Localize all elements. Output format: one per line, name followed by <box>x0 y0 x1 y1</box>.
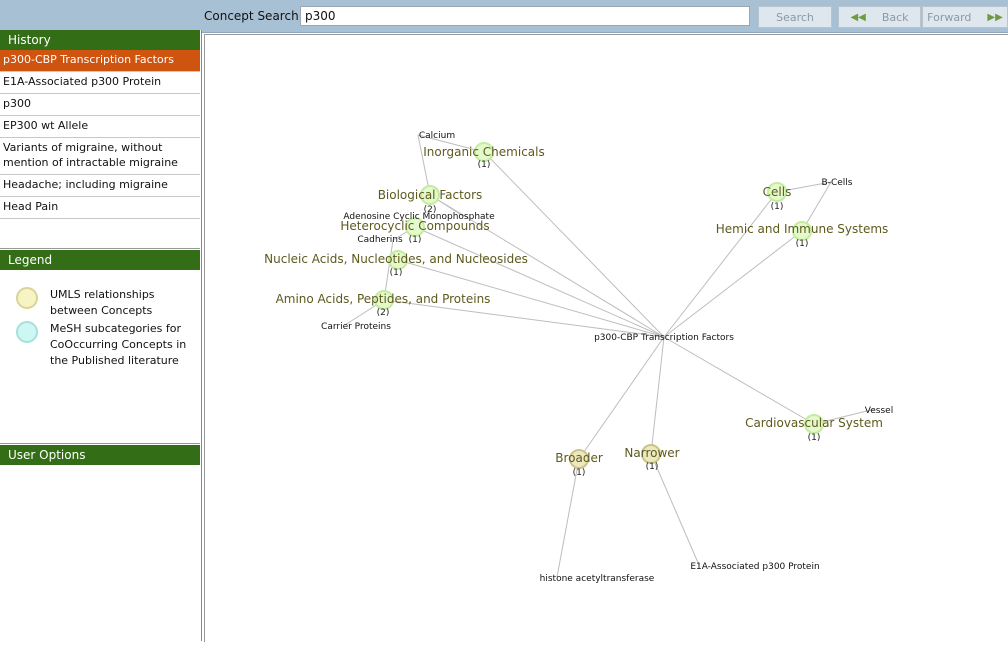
node-label[interactable]: Amino Acids, Peptides, and Proteins <box>276 292 491 306</box>
edge-cells <box>663 191 778 338</box>
node-label[interactable]: Cardiovascular System <box>745 416 883 430</box>
history-item[interactable]: Variants of migraine, without mention of… <box>0 138 200 175</box>
user-options-header: User Options <box>0 445 200 465</box>
node-count: (1) <box>409 235 422 245</box>
legend-item-mesh: MeSH subcategories for CoOccurring Conce… <box>16 321 190 369</box>
center-node-label[interactable]: p300-CBP Transcription Factors <box>594 333 734 343</box>
history-item[interactable]: p300 <box>0 94 200 116</box>
edge-cardiovascular <box>663 336 815 425</box>
node-count: (1) <box>646 462 659 472</box>
legend-item-umls: UMLS relationships between Concepts <box>16 287 190 319</box>
legend-divider <box>0 443 200 444</box>
node-label[interactable]: Inorganic Chemicals <box>423 145 544 159</box>
concept-search-label: Concept Search: <box>204 9 303 23</box>
edge-hemic <box>663 230 803 338</box>
node-count: (1) <box>771 202 784 212</box>
node-label[interactable]: Nucleic Acids, Nucleotides, and Nucleosi… <box>264 252 528 266</box>
node-count: (1) <box>390 268 403 278</box>
node-count: (2) <box>377 308 390 318</box>
node-count: (1) <box>478 160 491 170</box>
back-button-label: Back <box>881 10 909 24</box>
toolbar: Concept Search: Search ◀◀ Back Forward ▶… <box>0 0 1008 33</box>
back-arrow-icon: ◀◀ <box>850 11 866 23</box>
node-count: (1) <box>573 468 586 478</box>
concept-graph-svg: Inorganic Chemicals (1) Biological Facto… <box>264 131 893 584</box>
edge-broader <box>578 336 665 460</box>
umls-circle-icon <box>16 287 38 309</box>
node-count: (1) <box>796 239 809 249</box>
forward-button[interactable]: Forward ▶▶ <box>922 6 1008 28</box>
history-item[interactable]: p300-CBP Transcription Factors <box>0 50 200 72</box>
node-label[interactable]: Broader <box>555 451 603 465</box>
legend-header: Legend <box>0 250 200 270</box>
history-item[interactable]: Head Pain <box>0 197 200 219</box>
forward-button-label: Forward <box>927 10 972 24</box>
leaf-label[interactable]: Calcium <box>419 131 455 141</box>
search-button-label: Search <box>776 10 814 24</box>
leaf-label[interactable]: E1A-Associated p300 Protein <box>690 562 819 572</box>
history-divider <box>0 248 200 249</box>
leaf-label[interactable]: histone acetyltransferase <box>540 574 655 584</box>
leaf-label[interactable]: Adenosine Cyclic Monophosphate <box>343 212 495 222</box>
history-item[interactable]: E1A-Associated p300 Protein <box>0 72 200 94</box>
history-item[interactable]: Headache; including migraine <box>0 175 200 197</box>
forward-arrow-icon: ▶▶ <box>987 11 1003 23</box>
concept-search-input[interactable] <box>300 6 750 26</box>
history-header: History <box>0 30 200 50</box>
sidebar: History p300-CBP Transcription Factors E… <box>0 30 202 641</box>
node-label[interactable]: Hemic and Immune Systems <box>716 222 889 236</box>
back-button[interactable]: ◀◀ Back <box>838 6 921 28</box>
history-item[interactable]: EP300 wt Allele <box>0 116 200 138</box>
node-label[interactable]: Narrower <box>624 446 679 460</box>
concept-graph[interactable]: Inorganic Chemicals (1) Biological Facto… <box>204 34 1008 642</box>
mesh-circle-icon <box>16 321 38 343</box>
search-button[interactable]: Search <box>758 6 832 28</box>
leaf-label[interactable]: Carrier Proteins <box>321 322 391 332</box>
history-list: p300-CBP Transcription Factors E1A-Assoc… <box>0 50 200 219</box>
leaf-label[interactable]: Vessel <box>865 406 893 416</box>
edge-narrower <box>650 336 665 455</box>
legend-umls-label: UMLS relationships between Concepts <box>50 288 155 317</box>
leaf-label[interactable]: B-Cells <box>822 178 853 188</box>
node-label[interactable]: Biological Factors <box>378 188 483 202</box>
legend-mesh-label: MeSH subcategories for CoOccurring Conce… <box>50 322 187 367</box>
node-label[interactable]: Cells <box>763 185 792 199</box>
leaf-label[interactable]: Cadherins <box>357 235 403 245</box>
node-count: (1) <box>808 433 821 443</box>
